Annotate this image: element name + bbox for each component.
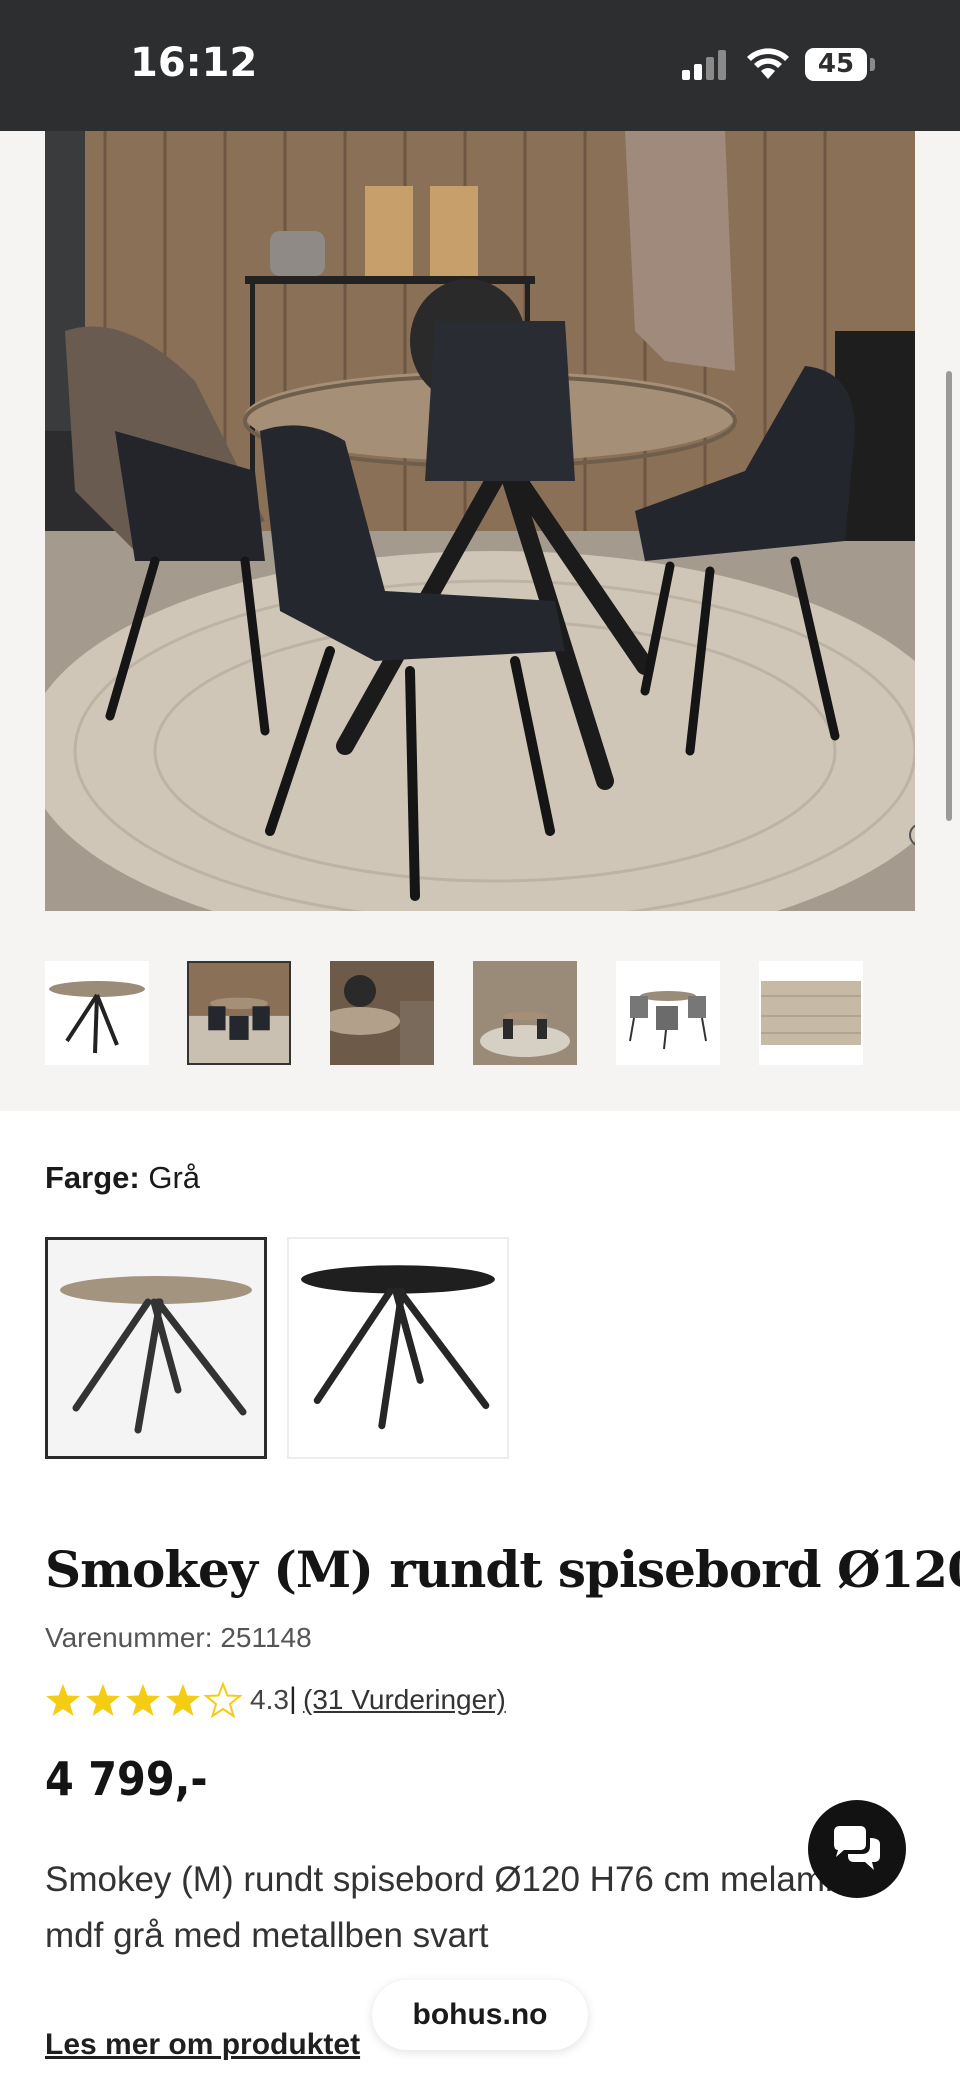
description-line-1: Smokey (M) rundt spisebord Ø120 H76 cm m…: [45, 1860, 853, 1899]
product-title: Smokey (M) rundt spisebord Ø120: [45, 1540, 960, 1599]
chat-icon: [834, 1826, 880, 1870]
dining-room-photo: [45, 131, 915, 911]
product-description: Smokey (M) rundt spisebord Ø120 H76 cm m…: [45, 1852, 915, 1964]
black-table-image: [301, 1265, 495, 1430]
chat-button[interactable]: [808, 1800, 906, 1898]
thumbnail-wood-texture[interactable]: [759, 961, 863, 1065]
thumbnail-table-grey-chairs[interactable]: [616, 961, 720, 1065]
battery-icon: 45: [805, 48, 867, 81]
status-bar: 16:12 45: [0, 0, 960, 131]
thumbnail-room-overview[interactable]: [473, 961, 577, 1065]
color-option-gra[interactable]: [45, 1237, 267, 1459]
wifi-icon: [747, 48, 789, 79]
color-label-value: Grå: [148, 1160, 201, 1195]
scrollbar[interactable]: [946, 371, 952, 821]
rating-separator: |: [289, 1682, 297, 1715]
product-price: 4 799,-: [45, 1752, 208, 1806]
battery-nub: [870, 58, 875, 71]
rating-stars-icon: [46, 1683, 241, 1717]
product-gallery: [0, 131, 960, 1111]
color-option-svart[interactable]: [287, 1237, 509, 1459]
description-line-2: mdf grå med metallben svart: [45, 1916, 489, 1955]
zoom-in-icon[interactable]: [907, 821, 915, 855]
product-main-image[interactable]: [45, 131, 915, 911]
grey-table-image: [60, 1276, 252, 1434]
reviews-link[interactable]: (31 Vurderinger): [303, 1684, 506, 1716]
thumbnail-strip: [45, 961, 915, 1071]
thumbnail-dining-room-scene[interactable]: [187, 961, 291, 1065]
thumbnail-table-closeup[interactable]: [330, 961, 434, 1065]
thumbnail-table-only[interactable]: [45, 961, 149, 1065]
browser-url-bar[interactable]: bohus.no: [372, 1980, 588, 2050]
color-label-title: Farge:: [45, 1160, 140, 1195]
read-more-link[interactable]: Les mer om produktet: [45, 2028, 360, 2062]
rating-value: 4.3: [250, 1684, 289, 1715]
color-label: Farge: Grå: [45, 1160, 200, 1196]
status-time: 16:12: [130, 40, 258, 86]
product-sku: Varenummer: 251148: [45, 1622, 312, 1653]
cellular-signal-icon: [682, 50, 726, 80]
